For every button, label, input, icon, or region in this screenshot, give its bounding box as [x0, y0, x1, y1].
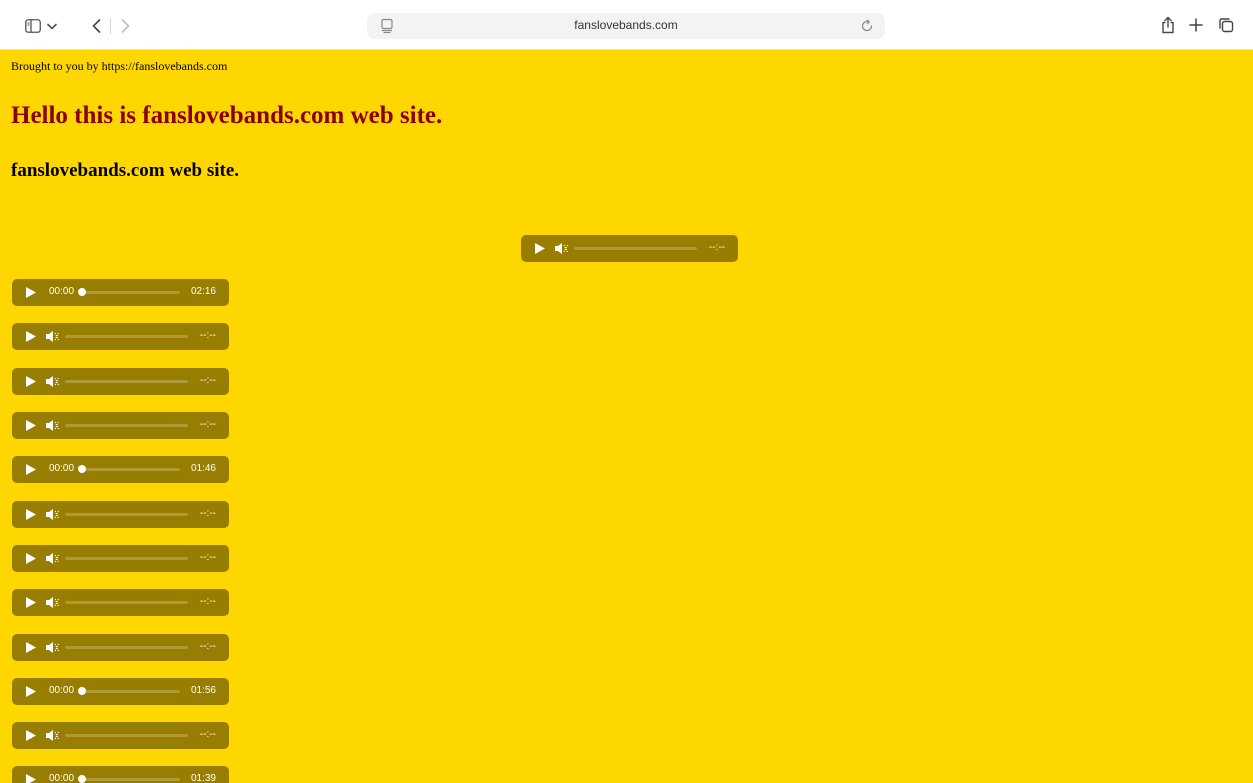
audio-player[interactable]: --:-- — [12, 323, 229, 350]
duration-text: --:-- — [199, 375, 216, 386]
play-icon[interactable] — [26, 376, 36, 387]
duration-text: --:-- — [708, 242, 725, 253]
play-icon[interactable] — [26, 509, 36, 520]
volume-icon[interactable] — [46, 419, 60, 432]
volume-icon[interactable] — [46, 330, 60, 343]
progress-track[interactable] — [574, 247, 697, 250]
progress-track[interactable] — [65, 734, 188, 737]
play-icon[interactable] — [26, 464, 36, 475]
audio-player[interactable]: 00:00 01:46 — [12, 456, 229, 483]
current-time-text: 00:00 — [49, 463, 75, 474]
progress-track[interactable] — [82, 468, 180, 471]
volume-icon[interactable] — [46, 596, 60, 609]
volume-icon[interactable] — [555, 242, 569, 255]
duration-text: --:-- — [199, 508, 216, 519]
duration-text: --:-- — [199, 552, 216, 563]
progress-track[interactable] — [65, 646, 188, 649]
audio-player[interactable]: 00:00 01:56 — [12, 678, 229, 705]
chevron-right-icon — [121, 19, 129, 33]
progress-track[interactable] — [82, 778, 180, 781]
play-icon[interactable] — [26, 597, 36, 608]
current-time-text: 00:00 — [49, 286, 75, 297]
audio-player[interactable]: --:-- — [12, 368, 229, 395]
audio-player[interactable]: --:-- — [12, 722, 229, 749]
play-icon[interactable] — [26, 730, 36, 741]
tab-overview-button[interactable] — [1216, 14, 1236, 36]
sidebar-icon — [25, 19, 41, 33]
progress-track[interactable] — [65, 380, 188, 383]
play-icon[interactable] — [26, 642, 36, 653]
volume-icon[interactable] — [46, 375, 60, 388]
share-icon — [1162, 16, 1174, 34]
share-button[interactable] — [1158, 14, 1178, 36]
current-time-text: 00:00 — [49, 685, 75, 696]
duration-text: 01:56 — [190, 685, 216, 696]
chevron-down-icon — [47, 23, 57, 29]
reload-icon[interactable] — [859, 18, 875, 34]
history-navigation — [82, 14, 144, 38]
progress-track[interactable] — [65, 557, 188, 560]
new-tab-button[interactable] — [1186, 14, 1206, 36]
audio-player[interactable]: 00:00 01:39 — [12, 766, 229, 783]
duration-text: --:-- — [199, 330, 216, 341]
featured-audio-player[interactable]: --:-- — [521, 235, 738, 262]
play-icon[interactable] — [26, 420, 36, 431]
duration-text: --:-- — [199, 729, 216, 740]
sidebar-toggle-button[interactable] — [12, 15, 70, 37]
play-icon[interactable] — [26, 686, 36, 697]
credit-text: Brought to you by https://fanslovebands.… — [11, 59, 228, 73]
progress-track[interactable] — [65, 601, 188, 604]
progress-track[interactable] — [65, 424, 188, 427]
current-time-text: 00:00 — [49, 773, 75, 783]
play-icon[interactable] — [535, 243, 545, 254]
forward-button[interactable] — [111, 14, 139, 38]
chevron-left-icon — [92, 19, 100, 33]
audio-player[interactable]: --:-- — [12, 634, 229, 661]
duration-text: --:-- — [199, 641, 216, 652]
progress-track[interactable] — [82, 690, 180, 693]
audio-player[interactable]: --:-- — [12, 545, 229, 572]
progress-thumb[interactable] — [78, 288, 86, 296]
address-bar[interactable]: fanslovebands.com — [367, 13, 885, 39]
duration-text: 01:39 — [190, 773, 216, 783]
volume-icon[interactable] — [46, 641, 60, 654]
progress-track[interactable] — [65, 335, 188, 338]
progress-thumb[interactable] — [78, 775, 86, 783]
progress-thumb[interactable] — [78, 687, 86, 695]
page-subheading: fanslovebands.com web site. — [11, 160, 240, 181]
audio-player[interactable]: 00:00 02:16 — [12, 279, 229, 306]
play-icon[interactable] — [26, 331, 36, 342]
play-icon[interactable] — [26, 553, 36, 564]
progress-track[interactable] — [65, 513, 188, 516]
browser-toolbar: fanslovebands.com — [0, 0, 1253, 50]
duration-text: --:-- — [199, 419, 216, 430]
plus-icon — [1189, 18, 1203, 32]
volume-icon[interactable] — [46, 508, 60, 521]
audio-player[interactable]: --:-- — [12, 589, 229, 616]
play-icon[interactable] — [26, 774, 36, 783]
url-text[interactable]: fanslovebands.com — [367, 18, 885, 32]
play-icon[interactable] — [26, 287, 36, 298]
audio-player[interactable]: --:-- — [12, 412, 229, 439]
progress-track[interactable] — [82, 291, 180, 294]
duration-text: 01:46 — [190, 463, 216, 474]
volume-icon[interactable] — [46, 729, 60, 742]
audio-player[interactable]: --:-- — [12, 501, 229, 528]
back-button[interactable] — [82, 14, 110, 38]
progress-thumb[interactable] — [78, 465, 86, 473]
duration-text: --:-- — [199, 596, 216, 607]
duration-text: 02:16 — [190, 286, 216, 297]
tab-overview-icon — [1219, 18, 1234, 33]
page-headline: Hello this is fanslovebands.com web site… — [11, 102, 443, 129]
volume-icon[interactable] — [46, 552, 60, 565]
